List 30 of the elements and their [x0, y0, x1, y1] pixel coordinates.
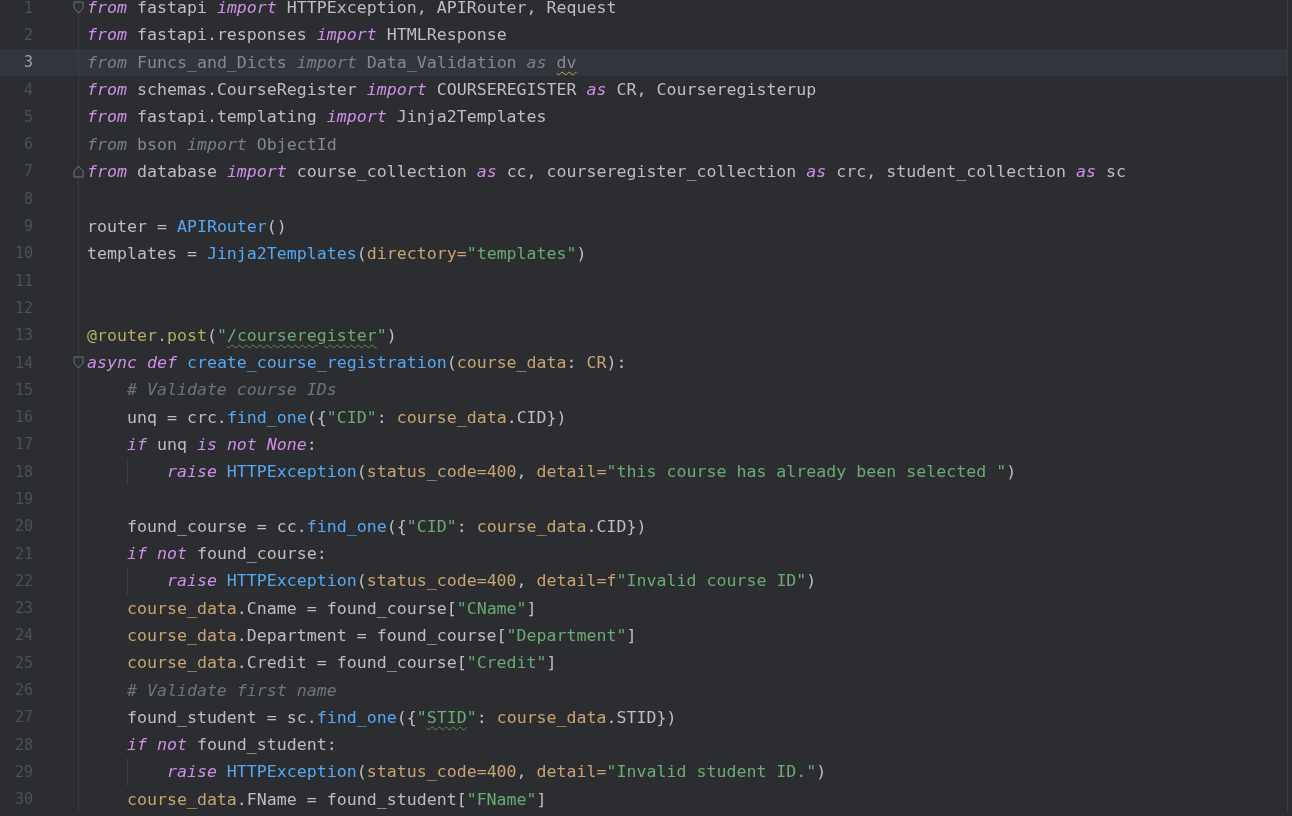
code-line: raise HTTPException(status_code=400, detail="this course has already been selected ") — [165, 462, 1017, 482]
code-line: course_data.Credit = found_course["Credit"] — [125, 653, 557, 673]
fold-icon[interactable] — [73, 356, 84, 369]
code-line: # Validate first name — [125, 680, 337, 700]
fold-icon[interactable] — [73, 164, 84, 178]
code-line: raise HTTPException(status_code=400, detail="Invalid student ID.") — [165, 762, 827, 782]
code-line: course_data.Department = found_course["Department"] — [125, 625, 637, 645]
code-line: async def create_course_registration(course_data: CR): — [87, 353, 627, 372]
code-line: course_data.FName = found_student["FName"] — [125, 789, 547, 809]
code-line: if unq is not None: — [125, 434, 317, 454]
code-line: course_data.Cname = found_course["CName"] — [125, 598, 537, 618]
code-line: # Validate course IDs — [125, 380, 337, 400]
code-line: if not found_student: — [125, 735, 337, 755]
code-line: unq = crc.find_one({"CID": course_data.CID}) — [125, 407, 567, 427]
code-line: from fastapi.responses import HTMLResponse — [87, 25, 507, 45]
code-line: from fastapi.templating import Jinja2Templates — [87, 107, 547, 127]
code-line: templates = Jinja2Templates(directory="templates") — [87, 243, 587, 263]
fold-icon[interactable] — [73, 1, 84, 15]
code-line: if not found_course: — [125, 544, 327, 564]
line-number: 3 — [22, 53, 33, 72]
code-line: found_student = sc.find_one({"STID": course_data.STID}) — [125, 707, 677, 727]
code-line: from fastapi import HTTPException, APIRouter, Request — [87, 0, 617, 18]
code-line: from bson import ObjectId — [87, 134, 337, 154]
code-line: from schemas.CourseRegister import COURSEREGISTER as CR, Courseregisterup — [87, 80, 817, 100]
code-line: @router.post("/courseregister") — [87, 325, 397, 345]
code-line: router = APIRouter() — [87, 216, 287, 236]
code-line: from database import course_collection as cc, courseregister_collection as crc, student_collection as sc — [87, 161, 1127, 181]
code-line: found_course = cc.find_one({"CID": course_data.CID}) — [125, 516, 647, 536]
code-line: raise HTTPException(status_code=400, detail=f"Invalid course ID") — [165, 571, 817, 591]
code-line: from Funcs_and_Dicts import Data_Validation as dv — [87, 52, 577, 72]
